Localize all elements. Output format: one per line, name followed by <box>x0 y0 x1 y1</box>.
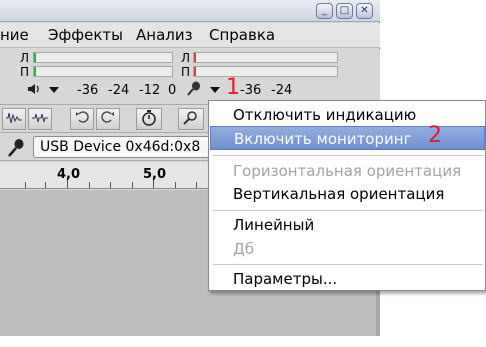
menu-analyze[interactable]: Анализ <box>136 26 193 44</box>
record-scale-tick: -24 <box>271 83 293 98</box>
meter-context-menu: Отключить индикацию Включить мониторинг … <box>208 100 486 291</box>
trim-audio-button[interactable] <box>2 108 26 130</box>
zoom-in-button[interactable] <box>178 108 204 130</box>
menu-effects[interactable]: Эффекты <box>48 26 123 44</box>
record-left-channel-label: Л <box>181 51 191 65</box>
menu-item-disable-meter[interactable]: Отключить индикацию <box>210 103 485 127</box>
menu-item-db: Дб <box>233 240 254 258</box>
microphone-icon[interactable] <box>185 80 203 102</box>
menu-item-vertical-orientation[interactable]: Вертикальная ориентация <box>210 182 485 206</box>
menu-separator <box>213 210 483 211</box>
maximize-button[interactable]: □ <box>336 3 353 19</box>
right-channel-label: П <box>20 65 30 79</box>
menu-edit[interactable]: ние <box>0 26 29 44</box>
silence-audio-button[interactable] <box>28 108 52 130</box>
menu-item-preferences[interactable]: Параметры... <box>210 267 485 291</box>
playback-scale-tick: 0 <box>168 83 177 98</box>
speaker-icon[interactable] <box>26 81 42 101</box>
title-bar[interactable]: _ □ ✕ <box>0 0 380 22</box>
menu-separator <box>213 155 483 156</box>
undo-button[interactable] <box>70 108 94 130</box>
menu-item-linear[interactable]: Линейный <box>210 213 485 237</box>
ruler-label: 5,0 <box>143 167 167 182</box>
input-microphone-icon <box>6 138 26 162</box>
playback-scale-tick: -24 <box>108 83 130 98</box>
close-button[interactable]: ✕ <box>356 3 373 19</box>
menu-item-horizontal-orientation: Горизонтальная ориентация <box>233 162 462 180</box>
record-meter-left <box>193 52 338 63</box>
input-device-select[interactable]: USB Device 0x46d:0x8 <box>33 136 233 158</box>
minimize-button[interactable]: _ <box>316 3 333 19</box>
playback-meter-dropdown[interactable] <box>46 81 62 97</box>
redo-button[interactable] <box>96 108 120 130</box>
record-meter-right <box>193 66 338 77</box>
annotation-step-2: 2 <box>428 123 442 148</box>
left-channel-label: Л <box>20 51 30 65</box>
annotation-step-1: 1 <box>226 75 240 100</box>
playback-scale-tick: -36 <box>77 83 99 98</box>
playback-meter-right <box>33 66 173 77</box>
menu-help[interactable]: Справка <box>209 26 275 44</box>
playback-scale-tick: -12 <box>139 83 161 98</box>
menu-item-enable-monitoring[interactable]: Включить мониторинг <box>210 126 485 150</box>
ruler-label: 4,0 <box>57 167 81 182</box>
playback-meter-left <box>33 52 173 63</box>
record-right-channel-label: П <box>181 65 191 79</box>
record-meter-dropdown[interactable] <box>207 81 223 97</box>
menu-bar: ние Эффекты Анализ Справка <box>0 23 380 48</box>
record-scale-tick: -36 <box>240 83 262 98</box>
menu-separator <box>213 264 483 265</box>
meter-toolbar: Л П Л П -36 -24 -12 0 -36 -24 <box>0 49 380 105</box>
timer-button[interactable] <box>136 108 162 130</box>
